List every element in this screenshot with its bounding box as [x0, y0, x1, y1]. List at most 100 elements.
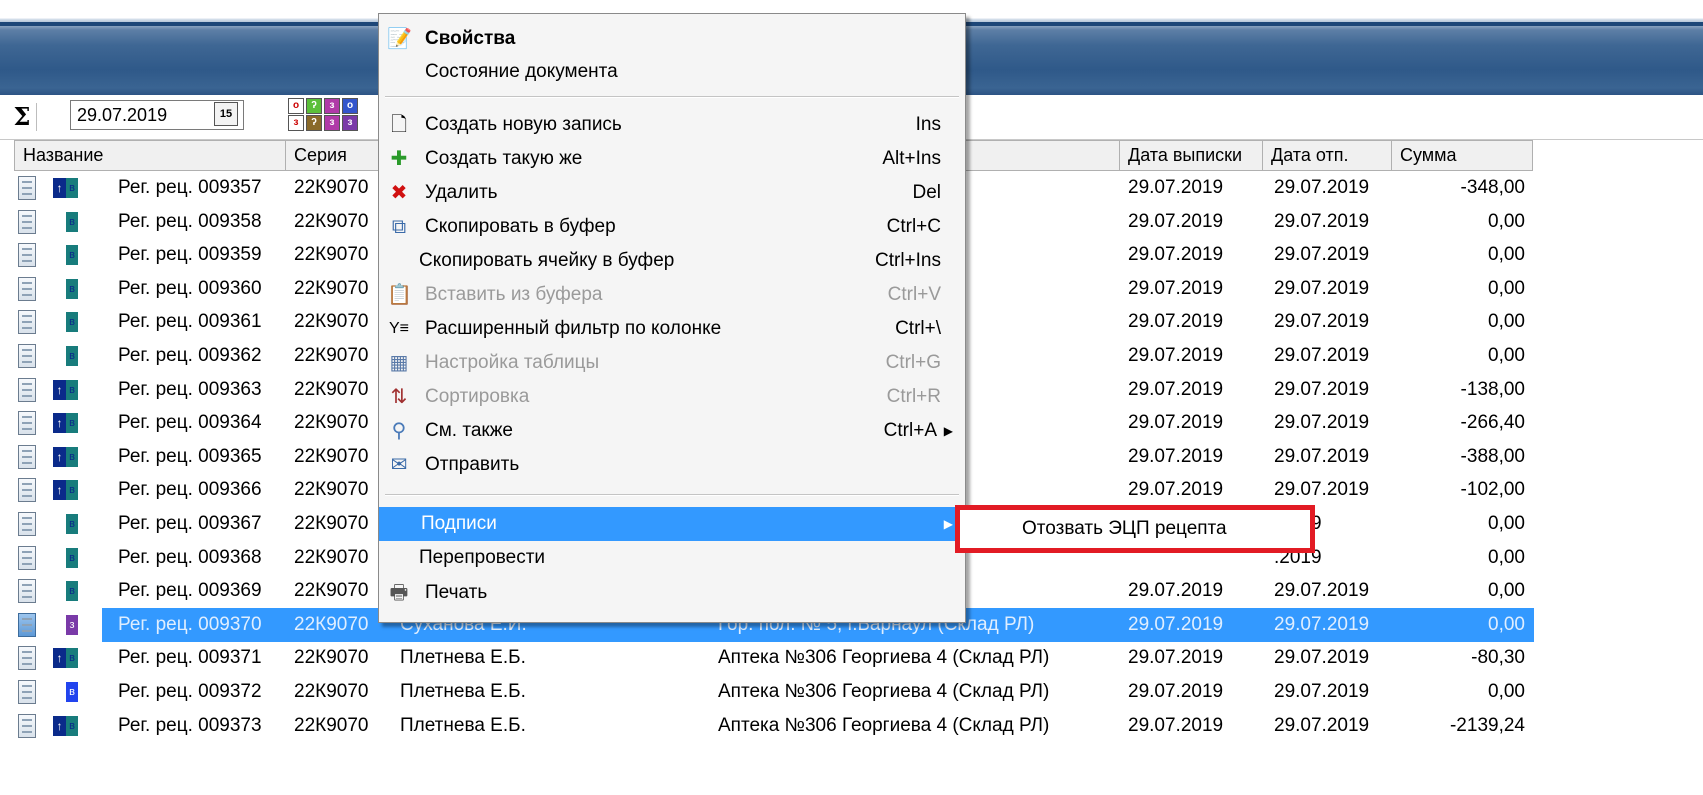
calendar-icon[interactable]: 15	[214, 102, 238, 126]
cell-dispensed: 29.07.2019	[1274, 210, 1370, 232]
dispensed-arrow-icon: ↑	[53, 446, 66, 467]
column-header-issue-date[interactable]: Дата выписки	[1119, 140, 1263, 171]
filter-icon-7[interactable]: з	[324, 115, 340, 131]
document-icon	[18, 612, 36, 637]
filter-icon-3[interactable]: з	[324, 98, 340, 114]
menu-item-see-also[interactable]: ⚲ См. также Ctrl+A ▶	[379, 414, 965, 448]
menu-item-copy-cell[interactable]: Скопировать ячейку в буфер Ctrl+Ins	[379, 244, 965, 278]
cell-name: Рег. рец. 009359	[118, 244, 262, 266]
cell-sum: -388,00	[1460, 445, 1525, 467]
menu-item-copy[interactable]: ⧉ Скопировать в буфер Ctrl+C	[379, 210, 965, 244]
menu-item-table-settings: ▦ Настройка таблицы Ctrl+G	[379, 346, 965, 380]
document-icon	[18, 478, 36, 503]
cell-series: 22К9070	[294, 378, 369, 400]
document-icon	[18, 713, 36, 738]
filter-icon-1[interactable]: о	[288, 98, 304, 114]
status-filter-icons[interactable]: о ʔ з о з ʔ з з	[288, 98, 378, 134]
send-icon: ✉	[390, 454, 408, 476]
cell-issued: 29.07.2019	[1128, 647, 1224, 669]
column-header-series[interactable]: Серия	[285, 140, 380, 171]
cell-sum: 0,00	[1488, 311, 1525, 333]
cell-doctor: Плетнева Е.Б.	[400, 647, 526, 669]
dispensed-arrow-icon: ↑	[53, 379, 66, 400]
cell-sum: 0,00	[1488, 277, 1525, 299]
cell-dispensed: 29.07.2019	[1274, 607, 1390, 642]
cell-dispensed: 29.07.2019	[1274, 714, 1370, 736]
document-icon	[18, 209, 36, 234]
menu-item-delete[interactable]: ✖ Удалить Del	[379, 176, 965, 210]
filter-icon-6[interactable]: ʔ	[306, 115, 322, 131]
document-icon	[18, 411, 36, 436]
table-row[interactable]: в Рег. рец. 009372 22К9070 Плетнева Е.Б. Апт…	[0, 675, 1533, 709]
document-icon	[18, 276, 36, 301]
menu-item-print[interactable]: 🖶 Печать	[379, 576, 965, 610]
cell-sum: -80,30	[1471, 647, 1525, 669]
cell-issued: 29.07.2019	[1128, 311, 1224, 333]
cell-series: 22К9070	[294, 277, 369, 299]
document-icon	[18, 579, 36, 604]
cell-sum: -348,00	[1460, 177, 1525, 198]
status-badge-icon: в	[66, 312, 78, 333]
cell-series: 22К9070	[294, 445, 369, 467]
menu-item-new-record[interactable]: 🗋 Создать новую запись Ins	[379, 108, 965, 142]
table-row[interactable]: ↑ в Рег. рец. 009373 22К9070 Плетнева Е.Б. Ап…	[0, 709, 1533, 743]
cell-issued: 29.07.2019	[1128, 244, 1224, 266]
cell-issued: 29.07.2019	[1128, 681, 1224, 702]
delete-icon: ✖	[390, 182, 408, 204]
filter-icon-5[interactable]: з	[288, 115, 304, 131]
column-header-sum[interactable]: Сумма	[1391, 140, 1533, 171]
cell-name: Рег. рец. 009364	[118, 412, 262, 434]
cell-name: Рег. рец. 009362	[118, 345, 262, 366]
cell-name: Рег. рец. 009361	[118, 311, 262, 333]
cell-name: Рег. рец. 009367	[118, 513, 262, 534]
cell-dispensed: 29.07.2019	[1274, 244, 1370, 266]
menu-item-repost[interactable]: Перепровести	[379, 541, 965, 575]
status-badge-icon: з	[66, 614, 78, 635]
cell-dispensed: 29.07.2019	[1274, 378, 1370, 400]
cell-name: Рег. рец. 009368	[118, 546, 262, 568]
cell-sum: 0,00	[1488, 210, 1525, 232]
submenu-arrow-icon: ▶	[943, 517, 953, 531]
paste-icon: 📋	[387, 284, 412, 306]
status-badge-icon: в	[66, 446, 78, 467]
menu-item-revoke-signature[interactable]: Отозвать ЭЦП рецепта	[1022, 510, 1227, 548]
dispensed-arrow-icon: ↑	[53, 178, 66, 198]
filter-icon-4[interactable]: о	[342, 98, 358, 114]
filter-icon-2[interactable]: ʔ	[306, 98, 322, 114]
sum-button[interactable]: Σ	[8, 103, 37, 131]
cell-store: Аптека №306 Георгиева 4 (Склад РЛ)	[718, 714, 1050, 736]
status-badge-icon: в	[66, 648, 78, 669]
cell-name: Рег. рец. 009360	[118, 277, 262, 299]
document-icon	[18, 176, 36, 200]
column-header-dispense-date[interactable]: Дата отп.	[1262, 140, 1392, 171]
menu-item-signatures[interactable]: Подписи ▶	[379, 507, 965, 541]
search-icon: ⚲	[391, 420, 407, 442]
cell-issued: 29.07.2019	[1128, 345, 1224, 366]
sort-icon: ⇅	[390, 386, 408, 408]
menu-item-document-state[interactable]: Состояние документа	[379, 55, 965, 89]
cell-name: Рег. рец. 009373	[118, 714, 262, 736]
status-badge-icon: в	[66, 211, 78, 232]
cell-issued: 29.07.2019	[1128, 445, 1224, 467]
menu-item-advanced-filter[interactable]: Y≡ Расширенный фильтр по колонке Ctrl+\	[379, 312, 965, 346]
column-header-name[interactable]: Название	[14, 140, 286, 171]
cell-series: 22К9070	[294, 607, 378, 642]
table-row[interactable]: ↑ в Рег. рец. 009371 22К9070 Плетнева Е.Б. Ап…	[0, 641, 1533, 675]
cell-name: Рег. рец. 009363	[118, 378, 262, 400]
status-badge-icon: в	[66, 178, 78, 198]
menu-item-send[interactable]: ✉ Отправить	[379, 448, 965, 482]
cell-store: Аптека №306 Георгиева 4 (Склад РЛ)	[718, 681, 1050, 702]
status-badge-icon: в	[66, 245, 78, 266]
cell-dispensed: 29.07.2019	[1274, 445, 1370, 467]
cell-series: 22К9070	[294, 345, 369, 366]
cell-dispensed: 29.07.2019	[1274, 345, 1370, 366]
status-badge-icon: в	[66, 480, 78, 501]
document-icon	[18, 344, 36, 368]
cell-series: 22К9070	[294, 681, 369, 702]
cell-dispensed: 29.07.2019	[1274, 177, 1370, 198]
filter-icon-8[interactable]: з	[342, 115, 358, 131]
document-icon	[18, 646, 36, 671]
menu-item-properties[interactable]: 📝 Свойства	[379, 22, 965, 56]
cell-doctor: Плетнева Е.Б.	[400, 681, 526, 702]
menu-item-create-copy[interactable]: ✚ Создать такую же Alt+Ins	[379, 142, 965, 176]
